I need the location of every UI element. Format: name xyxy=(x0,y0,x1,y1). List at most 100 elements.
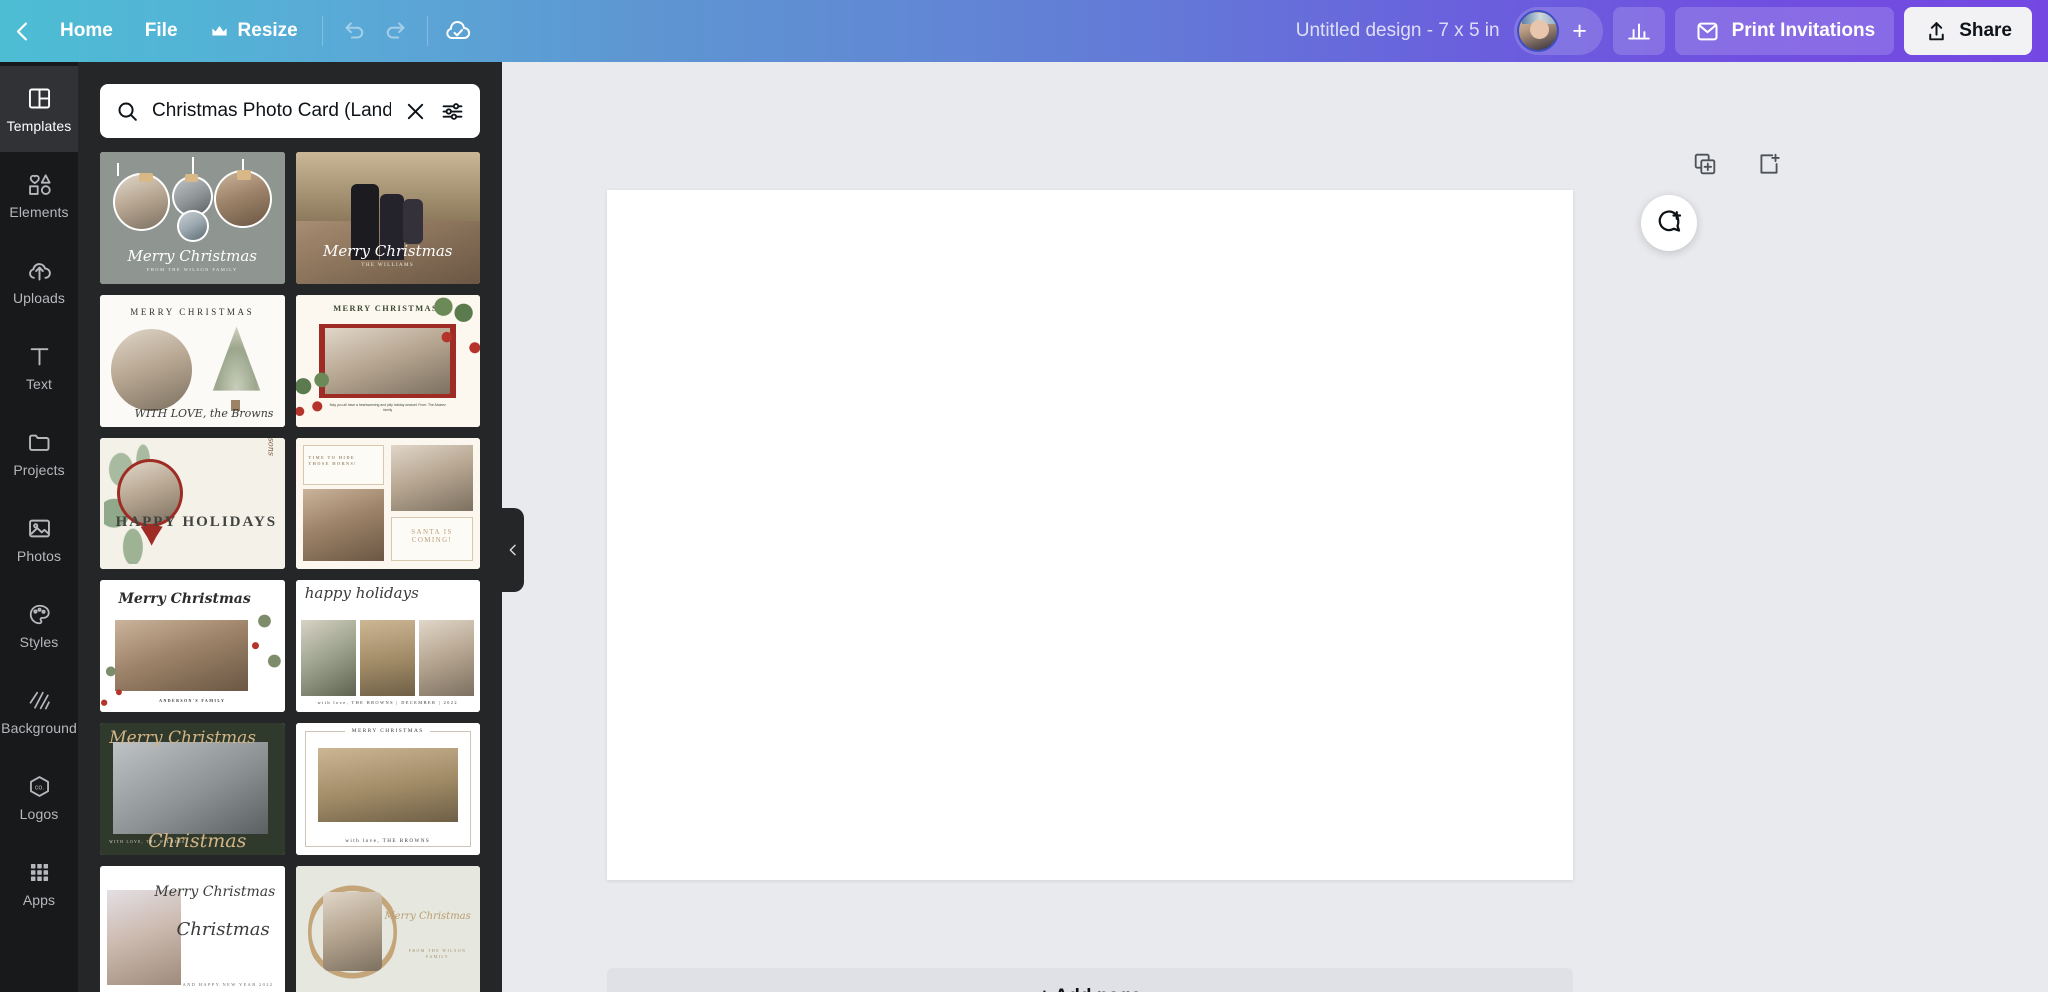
template-subtitle: May you all have a heartwarming and joll… xyxy=(329,402,446,412)
resize-button[interactable]: Resize xyxy=(194,12,314,50)
template-title: MERRY CHRISTMAS xyxy=(130,306,255,317)
template-subtitle: FROM THE WILSON FAMILY xyxy=(146,266,238,272)
template-card[interactable]: MERRY CHRISTMAS! May you all have a hear… xyxy=(295,294,480,427)
add-comment-button[interactable] xyxy=(1641,195,1697,251)
template-subtitle: THE WILLIAMS xyxy=(361,262,415,268)
header-divider-1 xyxy=(321,16,323,46)
add-page-icon xyxy=(1760,153,1780,174)
add-page-button[interactable]: + Add page xyxy=(607,968,1573,992)
print-invitations-button[interactable]: Print Invitations xyxy=(1674,7,1895,55)
template-card[interactable]: Merry Christmas THE WILLIAMS xyxy=(295,152,480,284)
template-card[interactable]: TIME TO HIDE THOSE HORNS! SANTA IS COMIN… xyxy=(295,437,480,570)
bar-chart-icon xyxy=(1627,23,1650,40)
undo-button[interactable] xyxy=(331,9,375,53)
template-card[interactable]: Merry Christmas FROM THE WILSON FAMILY xyxy=(295,865,480,992)
add-comment-icon xyxy=(1658,210,1682,232)
collapse-panel-button[interactable] xyxy=(502,508,524,592)
background-icon xyxy=(29,691,50,710)
sliders-icon[interactable] xyxy=(440,99,465,124)
template-card[interactable]: Merry Christmas Christmas AND HAPPY NEW … xyxy=(100,865,285,992)
logos-icon: co. xyxy=(29,776,49,797)
file-menu-button[interactable]: File xyxy=(129,12,194,50)
template-card[interactable]: Merry Christmas FROM THE WILSON FAMILY xyxy=(100,152,285,284)
sidebar-item-label: Projects xyxy=(13,462,65,478)
cloud-check-icon xyxy=(446,20,470,39)
envelope-icon xyxy=(1697,22,1718,40)
template-title-2: Christmas xyxy=(176,918,270,940)
add-page-icon-button[interactable] xyxy=(1752,147,1786,181)
template-title: MERRY CHRISTMAS xyxy=(345,728,431,735)
template-title: happy holidays xyxy=(304,584,419,603)
template-card[interactable]: MERRY CHRISTMAS with love, THE BROWNS xyxy=(295,723,480,855)
text-icon xyxy=(30,348,48,366)
chevron-left-icon xyxy=(16,22,27,40)
avatar[interactable] xyxy=(1516,10,1559,52)
sidebar-item-label: Logos xyxy=(19,806,59,822)
template-title: Merry Christmas xyxy=(322,241,453,260)
file-label: File xyxy=(144,20,178,41)
canvas-page[interactable] xyxy=(607,190,1573,880)
sidebar-item-photos[interactable]: Photos xyxy=(0,496,78,582)
duplicate-page-button[interactable] xyxy=(1688,147,1722,181)
template-card[interactable]: MERRY CHRISTMAS WITH LOVE, the Browns xyxy=(100,294,285,427)
left-tool-rail: Templates Elements Uploads Text Projects… xyxy=(0,62,78,992)
sidebar-item-label: Text xyxy=(25,376,53,392)
sidebar-item-apps[interactable]: Apps xyxy=(0,840,78,926)
back-button[interactable] xyxy=(0,0,44,62)
canva-editor: Home File Resize Untitled design - 7 x 5… xyxy=(0,0,2048,992)
template-card[interactable]: Merry Christmas ANDERSON'S FAMILY xyxy=(100,580,285,713)
sidebar-item-logos[interactable]: co. Logos xyxy=(0,754,78,840)
styles-icon xyxy=(29,604,50,625)
template-subtitle: WITH LOVE, the Browns xyxy=(134,406,274,420)
elements-icon xyxy=(28,174,51,195)
redo-button[interactable] xyxy=(375,9,419,53)
share-button[interactable]: Share xyxy=(1904,7,2032,55)
search-input[interactable] xyxy=(152,100,391,122)
template-subtitle: FROM THE WILSON FAMILY xyxy=(408,947,467,960)
sidebar-item-templates[interactable]: Templates xyxy=(0,66,78,152)
print-invitations-label: Print Invitations xyxy=(1731,20,1876,41)
template-title: Merry Christmas xyxy=(109,728,257,749)
sidebar-item-text[interactable]: Text xyxy=(0,324,78,410)
header-right-group: + Print Invitations Share xyxy=(1513,7,2048,55)
sidebar-item-projects[interactable]: Projects xyxy=(0,410,78,496)
templates-panel: Merry Christmas FROM THE WILSON FAMILY M… xyxy=(78,62,502,992)
photos-icon xyxy=(28,519,50,538)
search-bar[interactable] xyxy=(100,84,480,138)
invite-members-button[interactable]: + xyxy=(1563,14,1597,48)
search-area xyxy=(78,62,502,152)
sidebar-item-label: Photos xyxy=(16,548,62,564)
home-button[interactable]: Home xyxy=(44,12,129,50)
template-card[interactable]: HAPPY HOLIDAYS The Jacksons xyxy=(100,437,285,570)
page-tools xyxy=(1688,147,1786,181)
design-stage[interactable]: + Add page xyxy=(502,62,2048,992)
cloud-save-status-button[interactable] xyxy=(436,9,480,53)
sidebar-item-label: Elements xyxy=(9,204,69,220)
projects-icon xyxy=(28,434,49,451)
template-subtitle: with love, THE BROWNS | DECEMBER | 2022 xyxy=(317,700,458,706)
template-subtitle: TIME TO HIDE THOSE HORNS! xyxy=(308,454,357,467)
template-card[interactable]: happy holidays with love, THE BROWNS | D… xyxy=(295,580,480,713)
sidebar-item-label: Templates xyxy=(6,118,72,134)
sidebar-item-background[interactable]: Background xyxy=(0,668,78,754)
template-title: HAPPY HOLIDAYS xyxy=(115,513,278,530)
sidebar-item-uploads[interactable]: Uploads xyxy=(0,238,78,324)
undo-icon xyxy=(345,22,363,39)
template-subtitle: with love, THE BROWNS xyxy=(332,838,444,845)
analytics-button[interactable] xyxy=(1612,7,1665,55)
template-title: Merry Christmas xyxy=(118,590,251,607)
sidebar-item-styles[interactable]: Styles xyxy=(0,582,78,668)
share-label: Share xyxy=(1959,20,2012,41)
search-icon xyxy=(118,101,137,121)
redo-icon xyxy=(386,22,405,39)
template-card[interactable]: Merry Christmas Christmas WITH LOVE, THE… xyxy=(100,723,285,855)
close-icon[interactable] xyxy=(403,99,428,124)
template-title: Merry Christmas xyxy=(154,884,276,901)
collaborators-group[interactable]: + xyxy=(1513,7,1603,55)
design-title[interactable]: Untitled design - 7 x 5 in xyxy=(1282,14,1514,48)
templates-grid: Merry Christmas FROM THE WILSON FAMILY M… xyxy=(100,152,480,992)
sidebar-item-elements[interactable]: Elements xyxy=(0,152,78,238)
templates-icon xyxy=(28,88,50,109)
template-subtitle: The Jacksons xyxy=(266,438,275,456)
templates-scroll-area[interactable]: Merry Christmas FROM THE WILSON FAMILY M… xyxy=(78,152,502,992)
